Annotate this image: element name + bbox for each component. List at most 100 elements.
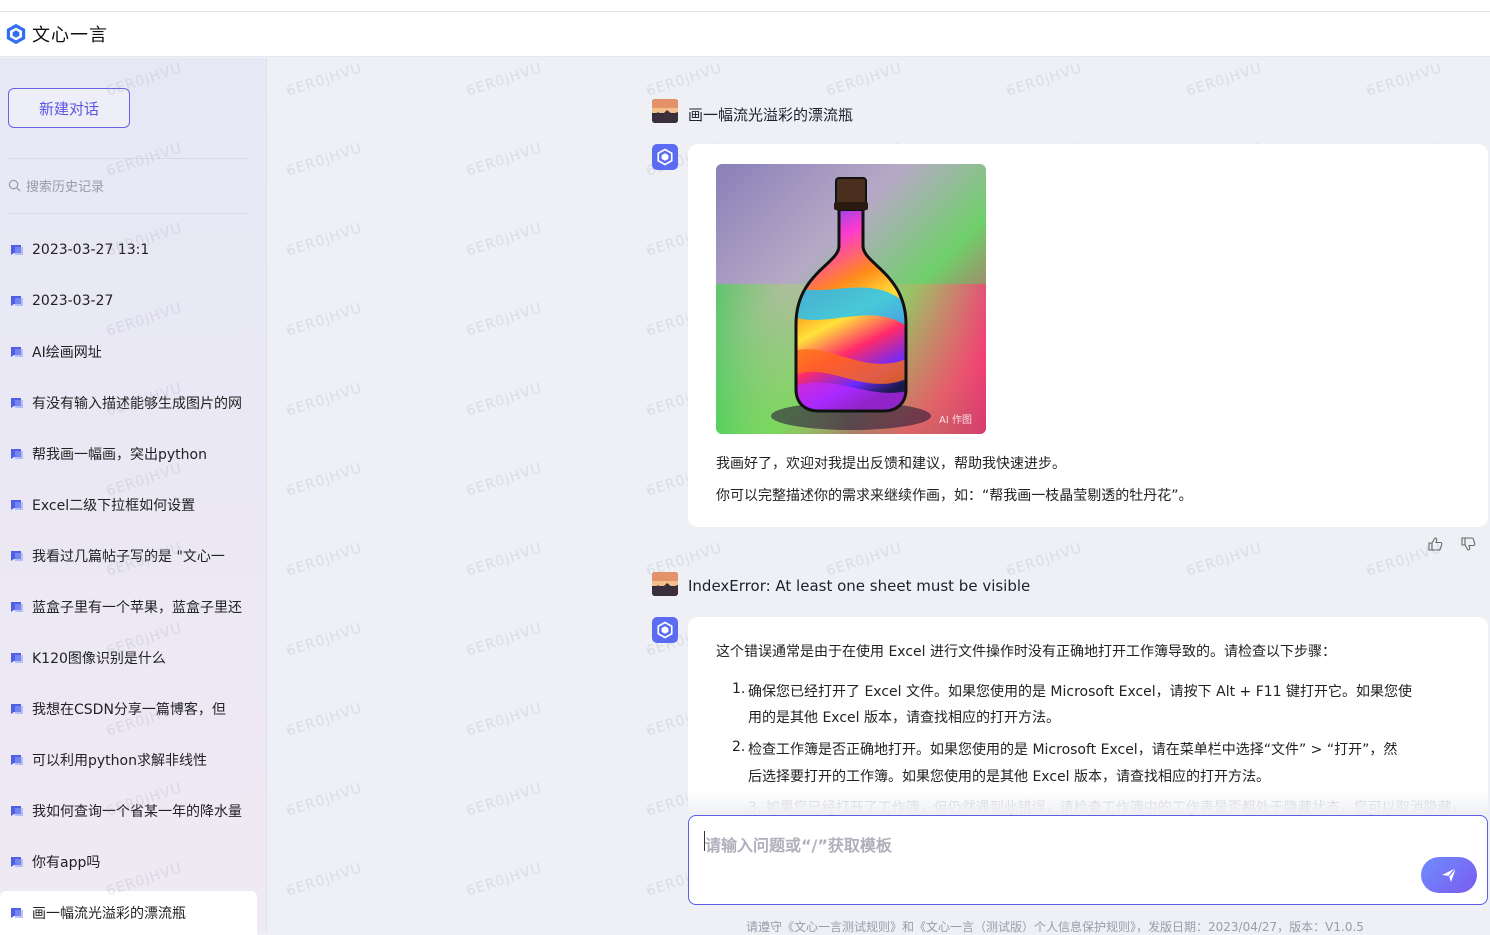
watermark: 6ER0jHVU <box>284 140 365 180</box>
history-item-label: 2023-03-27 <box>32 293 114 309</box>
watermark: 6ER0jHVU <box>644 60 725 100</box>
ai-image-tag: AI 作图 <box>939 415 972 426</box>
step-number: 1. <box>732 681 746 697</box>
chat-bubble-icon <box>11 908 23 918</box>
watermark: 6ER0jHVU <box>284 60 365 100</box>
watermark: 6ER0jHVU <box>284 460 365 500</box>
history-item[interactable]: 有没有输入描述能够生成图片的网 <box>0 381 257 425</box>
app-title: 文心一言 <box>32 25 108 46</box>
chat-bubble-icon <box>11 347 23 357</box>
history-item-label: 2023-03-27 13:1 <box>32 242 150 258</box>
history-item[interactable]: 蓝盒子里有一个苹果，蓝盒子里还 <box>0 585 257 629</box>
history-item[interactable]: 我如何查询一个省某一年的降水量 <box>0 789 257 833</box>
watermark: 6ER0jHVU <box>824 540 905 580</box>
thumbs-up-icon[interactable] <box>1427 536 1443 552</box>
history-item[interactable]: 2023-03-27 13:1 <box>0 228 257 272</box>
footer-notice: 请遵守《文心一言测试规则》和《文心一言（测试版）个人信息保护规则》，发版日期：2… <box>746 920 1364 934</box>
answer-text: 我画好了，欢迎对我提出反馈和建议，帮助我快速进步。 <box>716 456 1066 472</box>
watermark: 6ER0jHVU <box>1004 60 1085 100</box>
watermark: 6ER0jHVU <box>284 300 365 340</box>
answer-text: 你可以完整描述你的需求来继续作画，如：“帮我画一枝晶莹剔透的牡丹花”。 <box>716 488 1193 504</box>
step-text: 确保您已经打开了 Excel 文件。如果您使用的是 Microsoft Exce… <box>748 684 1413 700</box>
chat-bubble-icon <box>11 296 23 306</box>
watermark: 6ER0jHVU <box>464 700 545 740</box>
watermark: 6ER0jHVU <box>464 140 545 180</box>
bot-avatar <box>652 617 678 643</box>
bot-logo-icon <box>657 621 673 639</box>
bot-answer-card: 这个错误通常是由于在使用 Excel 进行文件操作时没有正确地打开工作簿导致的。… <box>688 617 1488 812</box>
history-item[interactable]: Excel二级下拉框如何设置 <box>0 483 257 527</box>
watermark: 6ER0jHVU <box>464 860 545 900</box>
watermark: 6ER0jHVU <box>464 60 545 100</box>
history-search[interactable]: 搜索历史记录 <box>8 176 248 195</box>
history-item-label: 你有app吗 <box>32 855 101 871</box>
chat-bubble-icon <box>11 602 23 612</box>
answer-intro: 这个错误通常是由于在使用 Excel 进行文件操作时没有正确地打开工作簿导致的。… <box>716 644 1336 660</box>
watermark: 6ER0jHVU <box>464 220 545 260</box>
scroll-fade <box>688 792 1488 814</box>
chat-bubble-icon <box>11 449 23 459</box>
app-header: 文心一言 <box>0 12 1490 57</box>
wenxin-logo-icon <box>6 23 26 45</box>
prompt-input[interactable]: 请输入问题或“/”获取模板 <box>688 815 1488 905</box>
watermark: 6ER0jHVU <box>1364 60 1445 100</box>
history-item-label: 我看过几篇帖子写的是 "文心一 <box>32 549 225 565</box>
chat-bubble-icon <box>11 551 23 561</box>
history-item[interactable]: 我想在CSDN分享一篇博客，但 <box>0 687 257 731</box>
watermark: 6ER0jHVU <box>824 60 905 100</box>
history-item-label: 我想在CSDN分享一篇博客，但 <box>32 702 226 718</box>
step-number: 2. <box>732 739 746 755</box>
history-item-label: 有没有输入描述能够生成图片的网 <box>32 396 242 412</box>
history-item[interactable]: 你有app吗 <box>0 840 257 884</box>
history-item[interactable]: AI绘画网址 <box>0 330 257 374</box>
generated-image[interactable]: AI 作图 <box>716 164 986 434</box>
watermark: 6ER0jHVU <box>1004 540 1085 580</box>
watermark: 6ER0jHVU <box>284 860 365 900</box>
sidebar: 新建对话 搜索历史记录 2023-03-27 13:1 2023-03-27 AI绘… <box>0 58 267 935</box>
history-item-label: K120图像识别是什么 <box>32 651 166 667</box>
history-item-label: 可以利用python求解非线性 <box>32 753 207 769</box>
watermark: 6ER0jHVU <box>464 300 545 340</box>
rainbow-bottle-image <box>716 164 986 434</box>
user-avatar <box>652 99 678 123</box>
thumbs-down-icon[interactable] <box>1460 536 1476 552</box>
watermark: 6ER0jHVU <box>464 380 545 420</box>
step-text: 后选择要打开的工作簿。如果您使用的是其他 Excel 版本，请查找相应的打开方法… <box>748 769 1270 785</box>
bot-answer-card: AI 作图 我画好了，欢迎对我提出反馈和建议，帮助我快速进步。 你可以完整描述你… <box>688 144 1488 527</box>
history-item[interactable]: 可以利用python求解非线性 <box>0 738 257 782</box>
history-item[interactable]: K120图像识别是什么 <box>0 636 257 680</box>
watermark: 6ER0jHVU <box>464 460 545 500</box>
history-item[interactable]: 帮我画一幅画，突出python <box>0 432 257 476</box>
step-text: 用的是其他 Excel 版本，请查找相应的打开方法。 <box>748 710 1060 726</box>
user-question: 画一幅流光溢彩的漂流瓶 <box>688 106 854 124</box>
history-item-label: AI绘画网址 <box>32 345 102 361</box>
bot-avatar <box>652 144 678 170</box>
send-icon <box>1442 867 1457 882</box>
chat-bubble-icon <box>11 806 23 816</box>
send-button[interactable] <box>1421 857 1477 893</box>
browser-bookmark-strip <box>0 0 1490 12</box>
history-item[interactable]: 2023-03-27 <box>0 279 257 323</box>
app-logo[interactable]: 文心一言 <box>5 21 108 47</box>
chat-bubble-icon <box>11 704 23 714</box>
history-item-label: 蓝盒子里有一个苹果，蓝盒子里还 <box>32 600 242 616</box>
history-item-label: 帮我画一幅画，突出python <box>32 447 207 463</box>
watermark: 6ER0jHVU <box>284 220 365 260</box>
user-question: IndexError: At least one sheet must be v… <box>688 577 1031 595</box>
chat-bubble-icon <box>11 755 23 765</box>
watermark: 6ER0jHVU <box>1184 540 1265 580</box>
chat-bubble-icon <box>11 245 23 255</box>
watermark: 6ER0jHVU <box>464 620 545 660</box>
history-item-label: 画一幅流光溢彩的漂流瓶 <box>32 906 186 922</box>
watermark: 6ER0jHVU <box>464 780 545 820</box>
history-item[interactable]: 画一幅流光溢彩的漂流瓶 <box>0 891 257 935</box>
watermark: 6ER0jHVU <box>284 380 365 420</box>
history-item[interactable]: 我看过几篇帖子写的是 "文心一 <box>0 534 257 578</box>
watermark: 6ER0jHVU <box>1184 60 1265 100</box>
history-item-label: 我如何查询一个省某一年的降水量 <box>32 804 242 820</box>
chat-bubble-icon <box>11 500 23 510</box>
history-search-placeholder: 搜索历史记录 <box>26 179 105 195</box>
new-chat-button[interactable]: 新建对话 <box>8 88 130 128</box>
step-text: 检查工作簿是否正确地打开。如果您使用的是 Microsoft Excel，请在菜… <box>748 742 1398 758</box>
watermark: 6ER0jHVU <box>284 700 365 740</box>
